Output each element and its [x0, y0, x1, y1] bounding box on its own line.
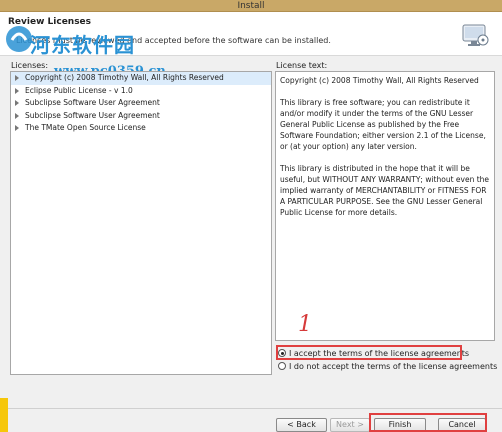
license-item-label: Subclipse Software User Agreement — [25, 110, 160, 120]
license-item[interactable]: Copyright (c) 2008 Timothy Wall, All Rig… — [11, 72, 271, 85]
license-paragraph: Copyright (c) 2008 Timothy Wall, All Rig… — [280, 76, 479, 85]
radio-unselected-icon[interactable] — [278, 362, 286, 370]
decline-radio-label[interactable]: I do not accept the terms of the license… — [289, 362, 497, 371]
license-text-area[interactable]: Copyright (c) 2008 Timothy Wall, All Rig… — [275, 71, 495, 341]
license-item[interactable]: Subclipse Software User Agreement — [11, 110, 271, 123]
window-title: Install — [237, 1, 265, 11]
license-item-label: The TMate Open Source License — [25, 123, 146, 132]
license-item-label: Eclipse Public License - v 1.0 — [25, 85, 133, 95]
license-item-label: Subclipse Software User Agreement — [25, 98, 160, 107]
expand-arrow-icon[interactable] — [15, 87, 19, 94]
button-separator — [0, 408, 502, 409]
license-item[interactable]: Subclipse Software User Agreement — [11, 97, 271, 110]
title-bar: Install — [0, 0, 502, 12]
back-button[interactable]: < Back — [276, 418, 327, 432]
licenses-tree[interactable]: Copyright (c) 2008 Timothy Wall, All Rig… — [10, 71, 272, 375]
license-item[interactable]: Eclipse Public License - v 1.0 — [11, 85, 271, 98]
accept-highlight-box — [276, 345, 462, 360]
expand-arrow-icon[interactable] — [15, 112, 19, 119]
annotation-number: 1 — [298, 312, 312, 337]
license-text-label: License text: — [276, 61, 328, 70]
install-wizard-icon — [462, 24, 489, 46]
license-item[interactable]: The TMate Open Source License — [11, 122, 271, 135]
next-button[interactable]: Next > — [330, 418, 370, 432]
decline-radio[interactable]: I do not accept the terms of the license… — [278, 361, 497, 372]
expand-arrow-icon[interactable] — [15, 100, 19, 106]
licenses-label: Licenses: — [11, 61, 49, 70]
wizard-header: Review Licenses Licenses must be reviewe… — [0, 12, 502, 56]
window-edge-strip — [0, 398, 8, 432]
license-item-label: Copyright (c) 2008 Timothy Wall, All Rig… — [25, 73, 224, 82]
expand-arrow-icon[interactable] — [15, 125, 19, 131]
expand-arrow-icon[interactable] — [15, 75, 19, 81]
page-description: Licenses must be reviewed and accepted b… — [16, 36, 331, 45]
finish-highlight-box — [369, 413, 487, 432]
license-paragraph: This library is distributed in the hope … — [280, 164, 490, 217]
license-paragraph: This library is free software; you can r… — [280, 98, 486, 151]
page-title: Review Licenses — [8, 17, 92, 27]
